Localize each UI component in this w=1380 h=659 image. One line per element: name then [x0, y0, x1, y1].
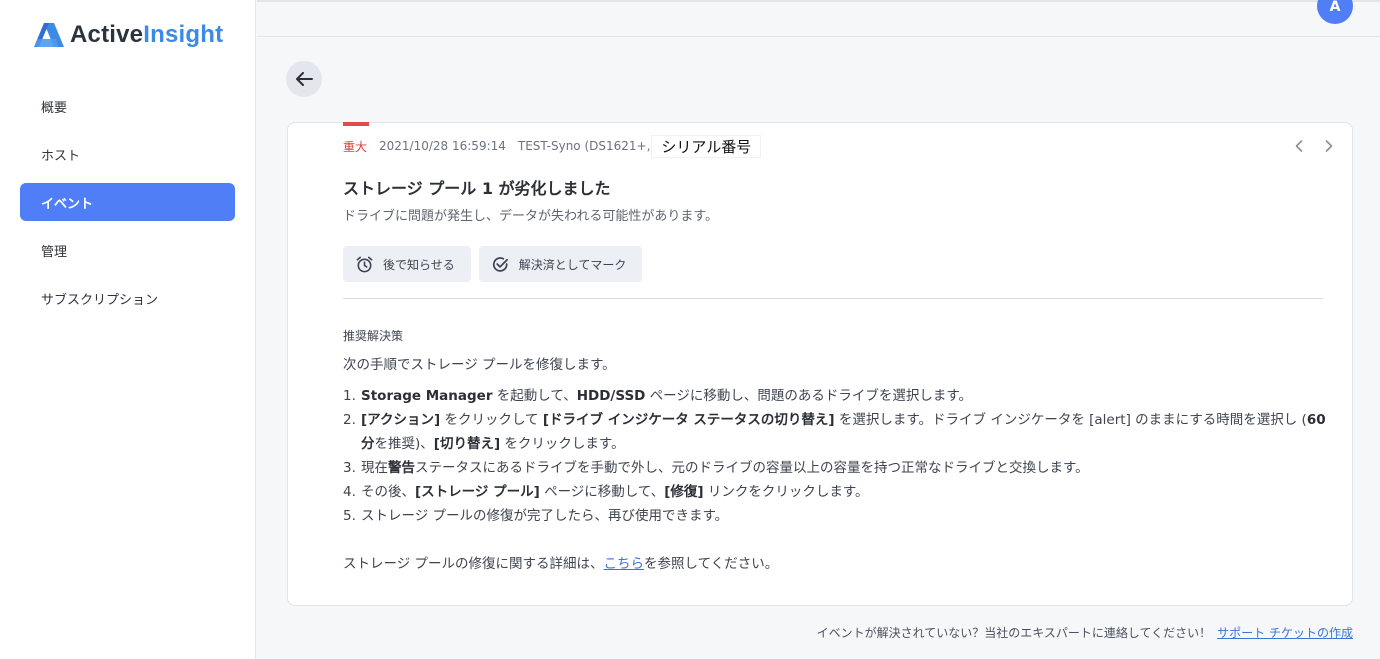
event-title-pre: ストレージ プール [343, 179, 482, 198]
event-title-num: 1 [481, 179, 493, 198]
support-note: イベントが解決されていない？当社のエキスパートに連絡してください！ サポート チケ… [817, 624, 1353, 641]
step-emphasis: [アクション] [361, 412, 441, 428]
sidebar-item-label: イベント [41, 196, 94, 212]
sidebar-item-label: 管理 [41, 244, 68, 260]
more-info-pre: ストレージ プールの修復に関する詳細は、 [343, 556, 604, 572]
step-fragment: を推奨)、 [374, 436, 434, 452]
step-text: Storage Manager を起動して、HDD/SSD ページに移動し、問題… [361, 384, 972, 408]
event-timestamp: 2021/10/28 16:59:14 [379, 139, 506, 153]
alarm-clock-icon [356, 256, 373, 272]
top-bar: A [257, 0, 1380, 37]
sidebar-item-label: ホスト [41, 148, 81, 164]
step-emphasis: [切り替え] [433, 436, 501, 452]
event-title: ストレージ プール 1 が劣化しました [343, 175, 611, 199]
solution-step: 1. Storage Manager を起動して、HDD/SSD ページに移動し、… [343, 384, 1328, 408]
sidebar-nav: 概要 ホスト イベント 管理 サブスクリプション [20, 87, 235, 327]
event-detail-card: 重大 2021/10/28 16:59:14 TEST-Syno (DS1621… [287, 122, 1353, 606]
avatar[interactable]: A [1317, 0, 1353, 24]
step-emphasis: [ストレージ プール] [415, 484, 540, 500]
mark-resolved-button[interactable]: 解決済としてマーク [478, 246, 643, 282]
sidebar-item-label: 概要 [41, 100, 68, 116]
section-divider [343, 298, 1323, 299]
step-emphasis: 警告 [388, 460, 415, 476]
remind-later-label: 後で知らせる [383, 257, 455, 272]
serial-number: シリアル番号 [652, 135, 761, 157]
logo-text-insight: Insight [143, 21, 224, 48]
step-number: 5. [343, 508, 356, 524]
step-number: 1. [343, 388, 356, 404]
step-text: [アクション] をクリックして [ドライブ インジケータ ステータスの切り替え]… [361, 408, 1328, 456]
solution-step: 3. 現在警告ステータスにあるドライブを手動で外し、元のドライブの容量以上の容量を… [343, 456, 1328, 480]
severity-label: 重大 [343, 139, 368, 154]
step-fragment: ストレージ プールの修復が完了したら、再び使用できます。 [361, 508, 729, 524]
event-pager [1290, 137, 1338, 155]
app-logo[interactable]: ActiveInsight [34, 19, 223, 51]
more-info-link[interactable]: こちら [604, 556, 645, 572]
solution-step: 5. ストレージ プールの修復が完了したら、再び使用できます。 [343, 504, 1328, 528]
chevron-right-icon [1325, 140, 1333, 152]
step-fragment: ステータスにあるドライブを手動で外し、元のドライブの容量以上の容量を持つ正常なド… [415, 460, 1089, 476]
arrow-left-icon [296, 72, 313, 86]
sidebar-item-management[interactable]: 管理 [20, 231, 235, 269]
event-actions: 後で知らせる 解決済としてマーク [343, 246, 643, 282]
step-fragment: ページに移動して、 [539, 484, 665, 500]
sidebar-item-subscription[interactable]: サブスクリプション [20, 279, 235, 317]
step-number: 4. [343, 484, 356, 500]
event-meta: 重大 2021/10/28 16:59:14 TEST-Syno (DS1621… [343, 135, 761, 157]
step-fragment: その後、 [361, 484, 415, 500]
step-number: 3. [343, 460, 356, 476]
severity-indicator [343, 122, 369, 126]
step-emphasis: HDD/SSD [576, 388, 646, 404]
check-circle-icon [492, 256, 508, 272]
sidebar-item-events[interactable]: イベント [20, 183, 235, 221]
prev-event-button[interactable] [1290, 137, 1308, 155]
support-note-text: イベントが解決されていない？当社のエキスパートに連絡してください！ [816, 626, 1212, 640]
sidebar-item-label: サブスクリプション [41, 292, 159, 308]
sidebar-item-overview[interactable]: 概要 [20, 87, 235, 125]
step-fragment: を選択します。ドライブ インジケータを [alert] のままにする時間を選択し… [834, 412, 1307, 428]
step-emphasis: [修復] [664, 484, 704, 500]
step-emphasis: [ドライブ インジケータ ステータスの切り替え] [542, 412, 835, 428]
event-description: ドライブに問題が発生し、データが失われる可能性があります。 [343, 209, 719, 224]
solution-step: 4. その後、[ストレージ プール] ページに移動して、[修復] リンクをクリック… [343, 480, 1328, 504]
chevron-left-icon [1295, 140, 1303, 152]
solution-steps: 1. Storage Manager を起動して、HDD/SSD ページに移動し、… [343, 384, 1328, 528]
more-info-post: を参照してください。 [644, 556, 779, 572]
solution-intro: 次の手順でストレージ プールを修復します。 [343, 357, 616, 373]
next-event-button[interactable] [1320, 137, 1338, 155]
more-info: ストレージ プールの修復に関する詳細は、こちらを参照してください。 [343, 552, 778, 572]
step-number: 2. [343, 412, 356, 428]
step-fragment: リンクをクリックします。 [703, 484, 869, 500]
back-button[interactable] [286, 61, 322, 97]
step-fragment: をクリックします。 [500, 436, 625, 452]
mark-resolved-label: 解決済としてマーク [518, 257, 627, 272]
step-fragment: を起動して、 [492, 388, 577, 404]
sidebar: ActiveInsight 概要 ホスト イベント 管理 サブスクリプション [0, 0, 256, 659]
step-text: その後、[ストレージ プール] ページに移動して、[修復] リンクをクリックしま… [361, 480, 869, 504]
step-text: 現在警告ステータスにあるドライブを手動で外し、元のドライブの容量以上の容量を持つ… [361, 456, 1089, 480]
step-fragment: 現在 [361, 460, 388, 476]
remind-later-button[interactable]: 後で知らせる [343, 246, 471, 282]
event-title-post: が劣化しました [492, 179, 611, 198]
logo-text-active: Active [70, 21, 144, 48]
logo-icon [34, 23, 64, 47]
logo-text: ActiveInsight [70, 21, 223, 49]
step-text: ストレージ プールの修復が完了したら、再び使用できます。 [361, 504, 728, 528]
create-ticket-link[interactable]: サポート チケットの作成 [1217, 626, 1353, 640]
sidebar-item-hosts[interactable]: ホスト [20, 135, 235, 173]
step-emphasis: Storage Manager [361, 388, 493, 404]
top-divider [257, 0, 1380, 2]
event-host: TEST-Syno (DS1621+, [517, 139, 651, 153]
step-fragment: ページに移動し、問題のあるドライブを選択します。 [645, 388, 973, 404]
solution-step: 2. [アクション] をクリックして [ドライブ インジケータ ステータスの切り替… [343, 408, 1328, 456]
solution-heading: 推奨解決策 [343, 329, 404, 343]
step-fragment: をクリックして [440, 412, 543, 428]
